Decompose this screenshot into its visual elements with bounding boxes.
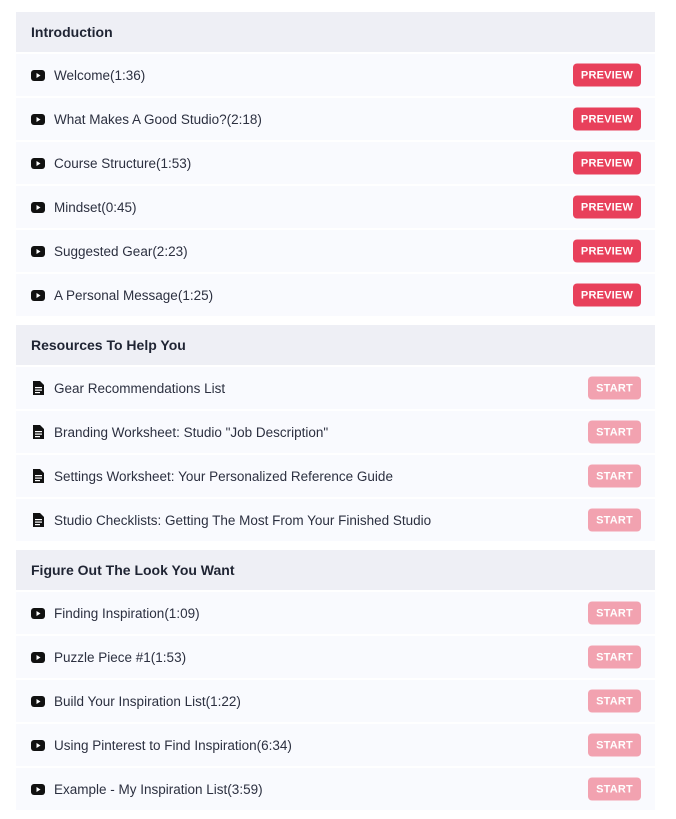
preview-button[interactable]: PREVIEW: [573, 107, 641, 131]
document-icon: [31, 513, 45, 527]
document-icon: [31, 381, 45, 395]
youtube-icon: [31, 68, 45, 82]
lecture-title: Studio Checklists: Getting The Most From…: [54, 512, 432, 528]
lecture-title: Suggested Gear(2:23): [54, 243, 188, 259]
lecture-title: Finding Inspiration(1:09): [54, 605, 200, 621]
start-button[interactable]: START: [588, 376, 641, 400]
start-button[interactable]: START: [588, 733, 641, 757]
section-title: Figure Out The Look You Want: [16, 550, 655, 590]
start-button[interactable]: START: [588, 508, 641, 532]
document-icon: [31, 469, 45, 483]
lecture-title: Branding Worksheet: Studio "Job Descript…: [54, 424, 329, 440]
lecture-title: Course Structure(1:53): [54, 155, 192, 171]
start-button[interactable]: START: [588, 464, 641, 488]
youtube-icon: [31, 288, 45, 302]
youtube-icon: [31, 738, 45, 752]
start-button[interactable]: START: [588, 689, 641, 713]
lecture-item[interactable]: Welcome(1:36) PREVIEW: [16, 54, 655, 96]
section-figure-out-look: Figure Out The Look You Want Finding Ins…: [16, 550, 655, 810]
youtube-icon: [31, 782, 45, 796]
lecture-item[interactable]: Puzzle Piece #1(1:53) START: [16, 636, 655, 678]
youtube-icon: [31, 244, 45, 258]
youtube-icon: [31, 650, 45, 664]
youtube-icon: [31, 606, 45, 620]
lecture-title: Using Pinterest to Find Inspiration(6:34…: [54, 737, 292, 753]
lecture-item[interactable]: Settings Worksheet: Your Personalized Re…: [16, 455, 655, 497]
start-button[interactable]: START: [588, 645, 641, 669]
lecture-item[interactable]: Gear Recommendations List START: [16, 367, 655, 409]
lecture-title: What Makes A Good Studio?(2:18): [54, 111, 262, 127]
lecture-title: Puzzle Piece #1(1:53): [54, 649, 187, 665]
preview-button[interactable]: PREVIEW: [573, 283, 641, 307]
lecture-item[interactable]: Build Your Inspiration List(1:22) START: [16, 680, 655, 722]
lecture-item[interactable]: Finding Inspiration(1:09) START: [16, 592, 655, 634]
preview-button[interactable]: PREVIEW: [573, 195, 641, 219]
lecture-title: A Personal Message(1:25): [54, 287, 214, 303]
lecture-item[interactable]: Using Pinterest to Find Inspiration(6:34…: [16, 724, 655, 766]
youtube-icon: [31, 694, 45, 708]
lecture-item[interactable]: Course Structure(1:53) PREVIEW: [16, 142, 655, 184]
start-button[interactable]: START: [588, 601, 641, 625]
document-icon: [31, 425, 45, 439]
preview-button[interactable]: PREVIEW: [573, 151, 641, 175]
lecture-item[interactable]: Studio Checklists: Getting The Most From…: [16, 499, 655, 541]
lecture-item[interactable]: Example - My Inspiration List(3:59) STAR…: [16, 768, 655, 810]
start-button[interactable]: START: [588, 777, 641, 801]
section-resources: Resources To Help You Gear Recommendatio…: [16, 325, 655, 541]
youtube-icon: [31, 112, 45, 126]
lecture-item[interactable]: A Personal Message(1:25) PREVIEW: [16, 274, 655, 316]
lecture-item[interactable]: What Makes A Good Studio?(2:18) PREVIEW: [16, 98, 655, 140]
section-title: Resources To Help You: [16, 325, 655, 365]
lecture-title: Build Your Inspiration List(1:22): [54, 693, 241, 709]
lecture-title: Example - My Inspiration List(3:59): [54, 781, 263, 797]
youtube-icon: [31, 200, 45, 214]
lecture-title: Gear Recommendations List: [54, 380, 226, 396]
lecture-item[interactable]: Branding Worksheet: Studio "Job Descript…: [16, 411, 655, 453]
lecture-title: Mindset(0:45): [54, 199, 137, 215]
preview-button[interactable]: PREVIEW: [573, 239, 641, 263]
lecture-title: Welcome(1:36): [54, 67, 146, 83]
course-curriculum: Introduction Welcome(1:36) PREVIEW What …: [16, 12, 655, 819]
lecture-item[interactable]: Suggested Gear(2:23) PREVIEW: [16, 230, 655, 272]
youtube-icon: [31, 156, 45, 170]
start-button[interactable]: START: [588, 420, 641, 444]
lecture-title: Settings Worksheet: Your Personalized Re…: [54, 468, 393, 484]
section-introduction: Introduction Welcome(1:36) PREVIEW What …: [16, 12, 655, 316]
lecture-item[interactable]: Mindset(0:45) PREVIEW: [16, 186, 655, 228]
preview-button[interactable]: PREVIEW: [573, 63, 641, 87]
section-title: Introduction: [16, 12, 655, 52]
